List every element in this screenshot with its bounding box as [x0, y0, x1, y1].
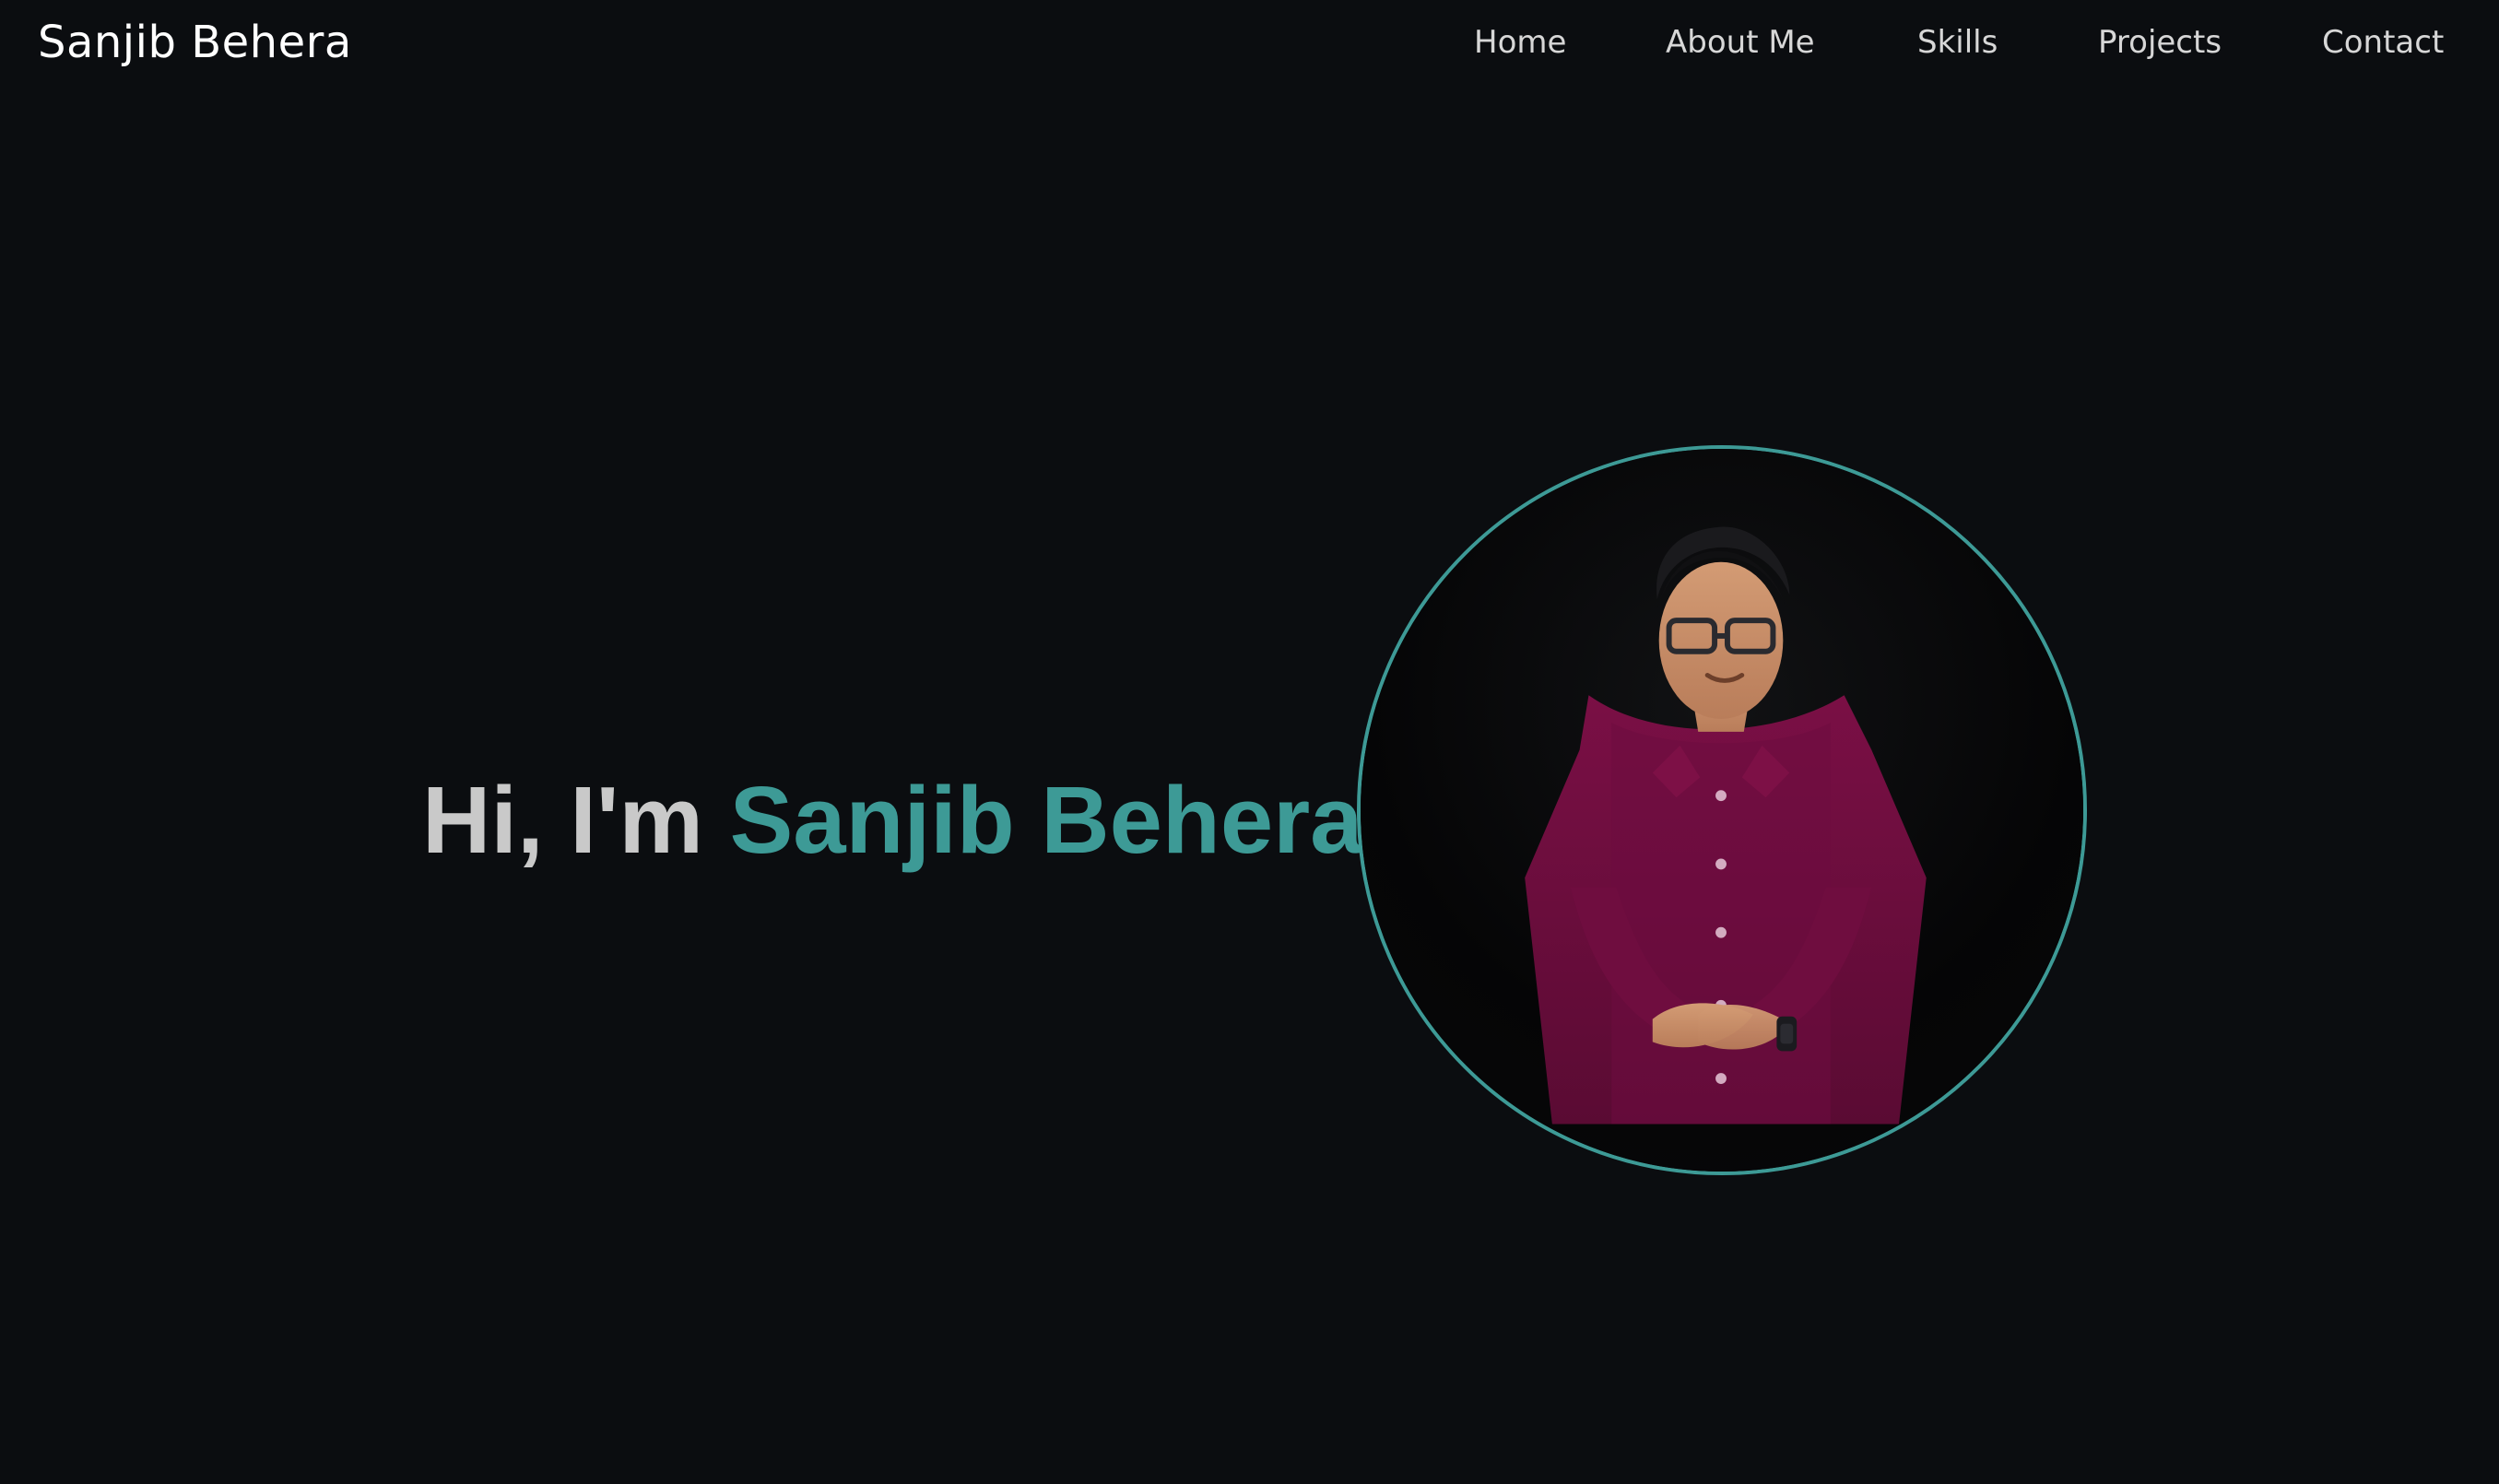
portrait-image	[1361, 449, 2083, 1172]
nav-projects[interactable]: Projects	[2098, 20, 2222, 65]
site-header: Sanjib Behera Home About Me Skills Proje…	[0, 0, 2499, 85]
nav-about[interactable]: About Me	[1666, 20, 1815, 65]
hero-greeting: Hi, I'm	[422, 767, 703, 873]
hero-headline: Hi, I'm Sanjib Behera	[422, 765, 1362, 876]
hero-section: Hi, I'm Sanjib Behera	[0, 85, 2499, 1484]
hero-name: Sanjib Behera	[729, 767, 1363, 873]
profile-portrait	[1357, 445, 2087, 1175]
nav-contact[interactable]: Contact	[2322, 20, 2444, 65]
main-nav: Home About Me Skills Projects Contact	[0, 20, 2499, 65]
nav-home[interactable]: Home	[1474, 20, 1566, 65]
nav-skills[interactable]: Skills	[1917, 20, 1998, 65]
